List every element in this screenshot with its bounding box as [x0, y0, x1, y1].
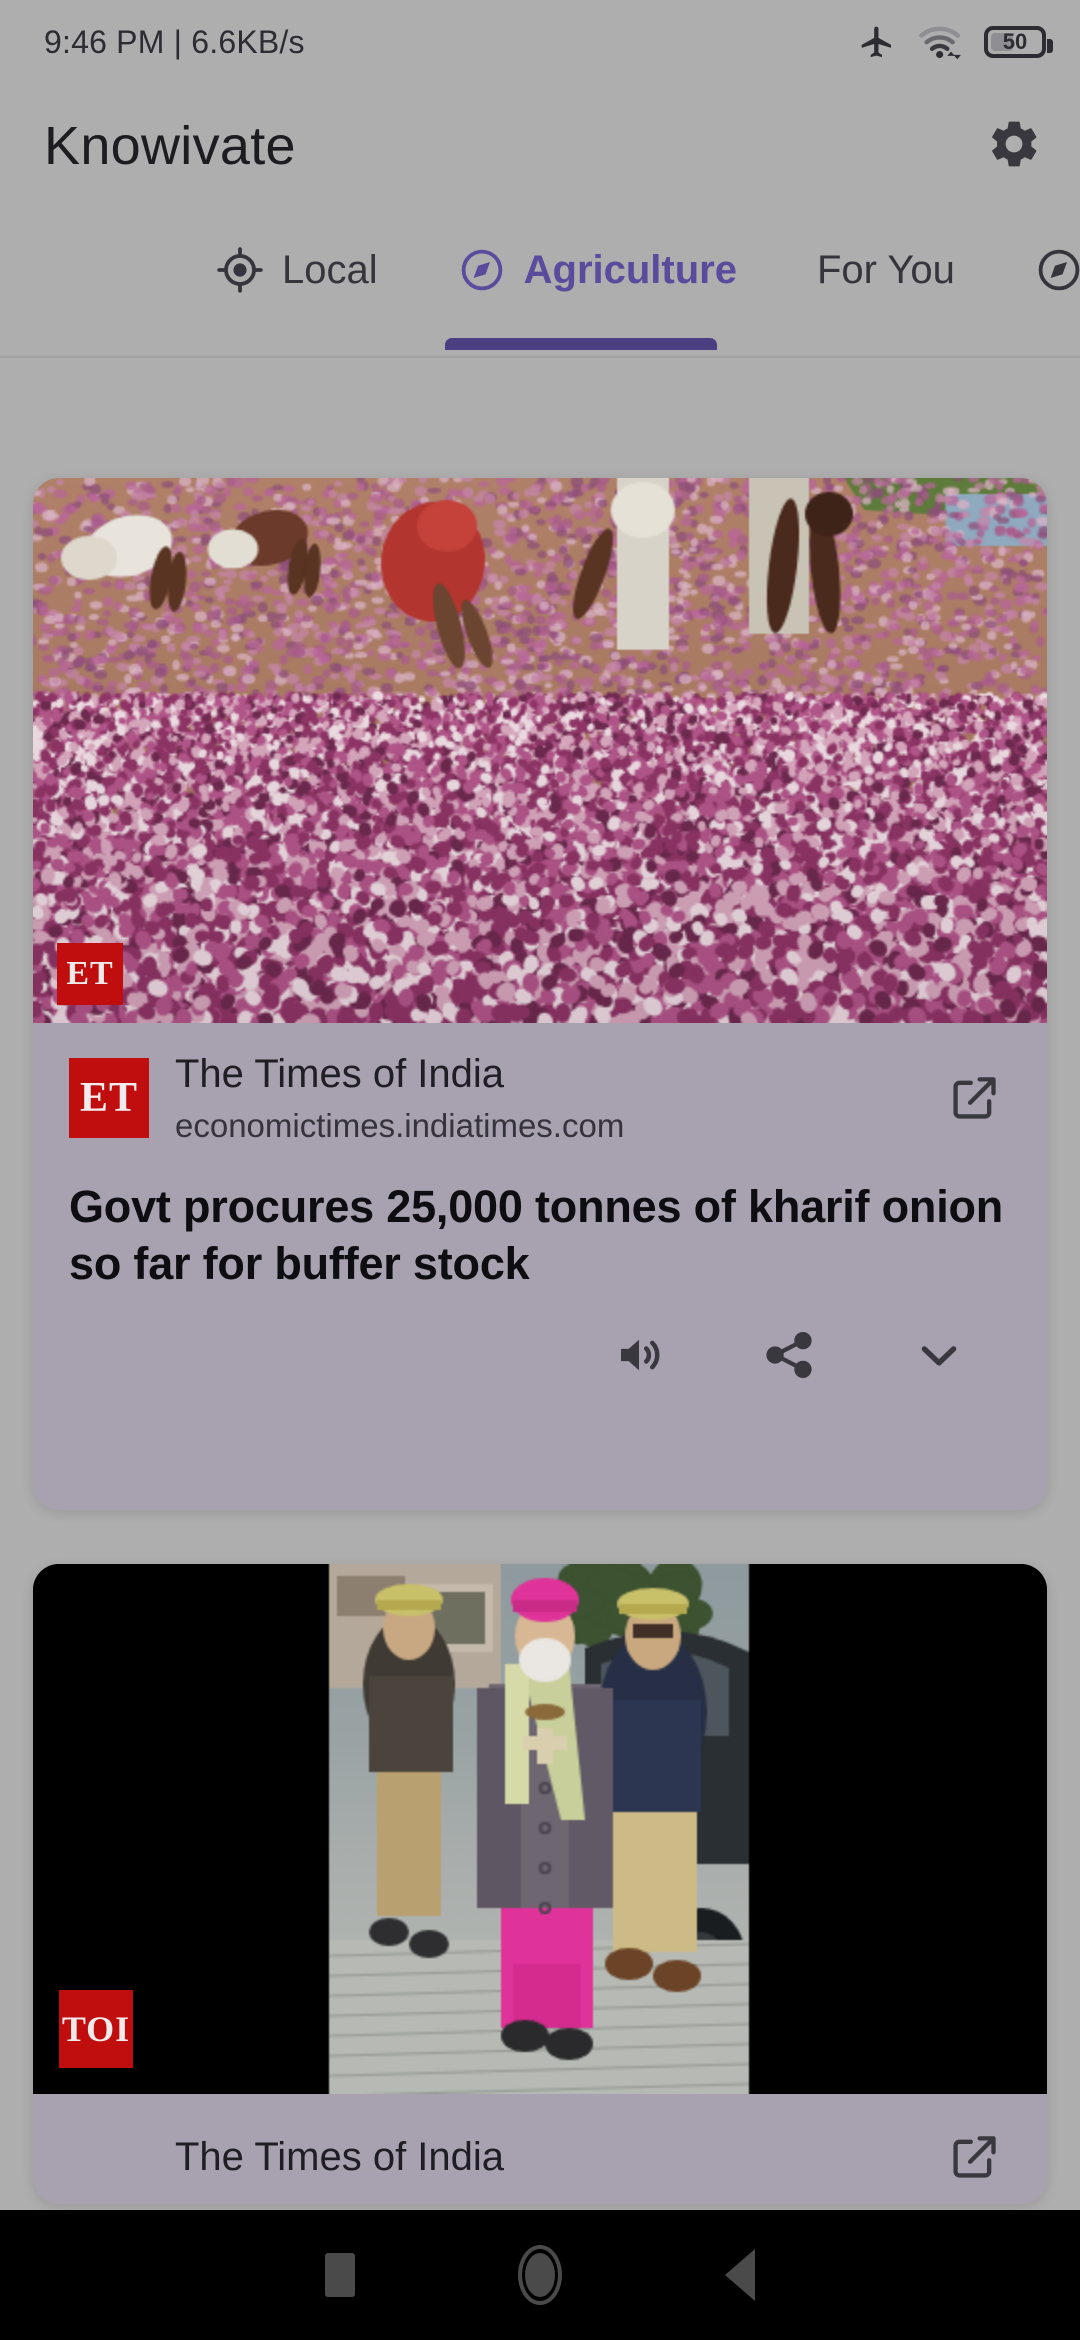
source-row: ET The Times of India economictimes.indi…	[69, 1049, 1011, 1148]
read-aloud-button[interactable]	[603, 1319, 675, 1391]
tab-agriculture[interactable]: Agriculture	[418, 208, 777, 332]
status-icons: 50	[856, 22, 1053, 62]
battery-level: 50	[1002, 29, 1028, 54]
tab-label: For You	[816, 247, 955, 292]
source-logo: ET	[69, 1058, 149, 1139]
active-tab-indicator	[445, 338, 717, 350]
phone-screen: 9:46 PM | 6.6KB/s 50 Knowivate Local Agr…	[0, 0, 1080, 2340]
external-link-icon	[953, 2136, 996, 2178]
gear-icon	[992, 121, 1037, 166]
back-button[interactable]	[640, 2210, 840, 2340]
tab-bar-divider	[0, 356, 1080, 358]
square-icon	[325, 2253, 355, 2297]
card-actions	[69, 1319, 1011, 1413]
tab-bar: Local Agriculture For You	[0, 208, 1080, 358]
android-nav-bar	[0, 2210, 1080, 2340]
speaker-icon	[621, 1339, 660, 1371]
police-escort-photo	[33, 1564, 1047, 2094]
image-source-badge: TOI	[59, 1990, 133, 2068]
app-bar: Knowivate	[0, 84, 1080, 208]
tab-label: Agriculture	[523, 247, 737, 292]
app-title: Knowivate	[44, 116, 296, 176]
source-text: The Times of India	[175, 2132, 911, 2182]
recents-button[interactable]	[240, 2210, 440, 2340]
card-body: ET The Times of India economictimes.indi…	[33, 1023, 1047, 1413]
open-article-button[interactable]	[937, 1061, 1011, 1135]
card-body: The Times of India	[33, 2094, 1047, 2194]
wifi-icon	[919, 26, 961, 60]
home-button[interactable]	[440, 2210, 640, 2340]
triangle-left-icon	[725, 2249, 755, 2301]
source-name: The Times of India	[175, 1052, 505, 1096]
article-headline[interactable]: Govt procures 25,000 tonnes of kharif on…	[69, 1178, 1011, 1293]
tab-for-you[interactable]: For You	[777, 208, 995, 332]
article-image[interactable]: TOI	[33, 1564, 1047, 2094]
compass-icon	[461, 249, 502, 291]
share-button[interactable]	[753, 1319, 825, 1391]
onion-harvest-photo	[33, 478, 1047, 1023]
source-name: The Times of India	[175, 2135, 505, 2179]
article-image[interactable]: ET	[33, 478, 1047, 1023]
circle-icon	[518, 2245, 562, 2305]
news-feed[interactable]: ET ET The Times of India economictimes.i…	[0, 361, 1080, 2210]
tab-local[interactable]: Local	[176, 208, 418, 332]
airplane-mode-icon	[861, 26, 891, 58]
news-card[interactable]: ET ET The Times of India economictimes.i…	[33, 478, 1047, 1510]
share-icon	[766, 1332, 812, 1379]
chevron-down-icon	[921, 1346, 957, 1366]
status-bar: 9:46 PM | 6.6KB/s 50	[0, 0, 1080, 84]
tab-label: Local	[282, 247, 378, 292]
open-article-button[interactable]	[937, 2120, 1011, 2194]
news-card[interactable]: TOI The Times of India	[33, 1564, 1047, 2204]
image-source-badge: ET	[57, 943, 123, 1005]
compass-icon	[1038, 249, 1080, 291]
source-row: The Times of India	[69, 2120, 1011, 2194]
status-time-and-speed: 9:46 PM | 6.6KB/s	[44, 23, 305, 60]
expand-button[interactable]	[903, 1319, 975, 1391]
external-link-icon	[953, 1077, 996, 1120]
tab-strip[interactable]: Local Agriculture For You	[0, 208, 1080, 358]
source-url: economictimes.indiatimes.com	[175, 1107, 625, 1144]
battery-icon: 50	[984, 26, 1053, 58]
settings-button[interactable]	[986, 116, 1042, 177]
tab-next-partial[interactable]	[995, 208, 1080, 332]
gps-target-icon	[217, 247, 263, 293]
source-text: The Times of India economictimes.indiati…	[175, 1049, 911, 1148]
